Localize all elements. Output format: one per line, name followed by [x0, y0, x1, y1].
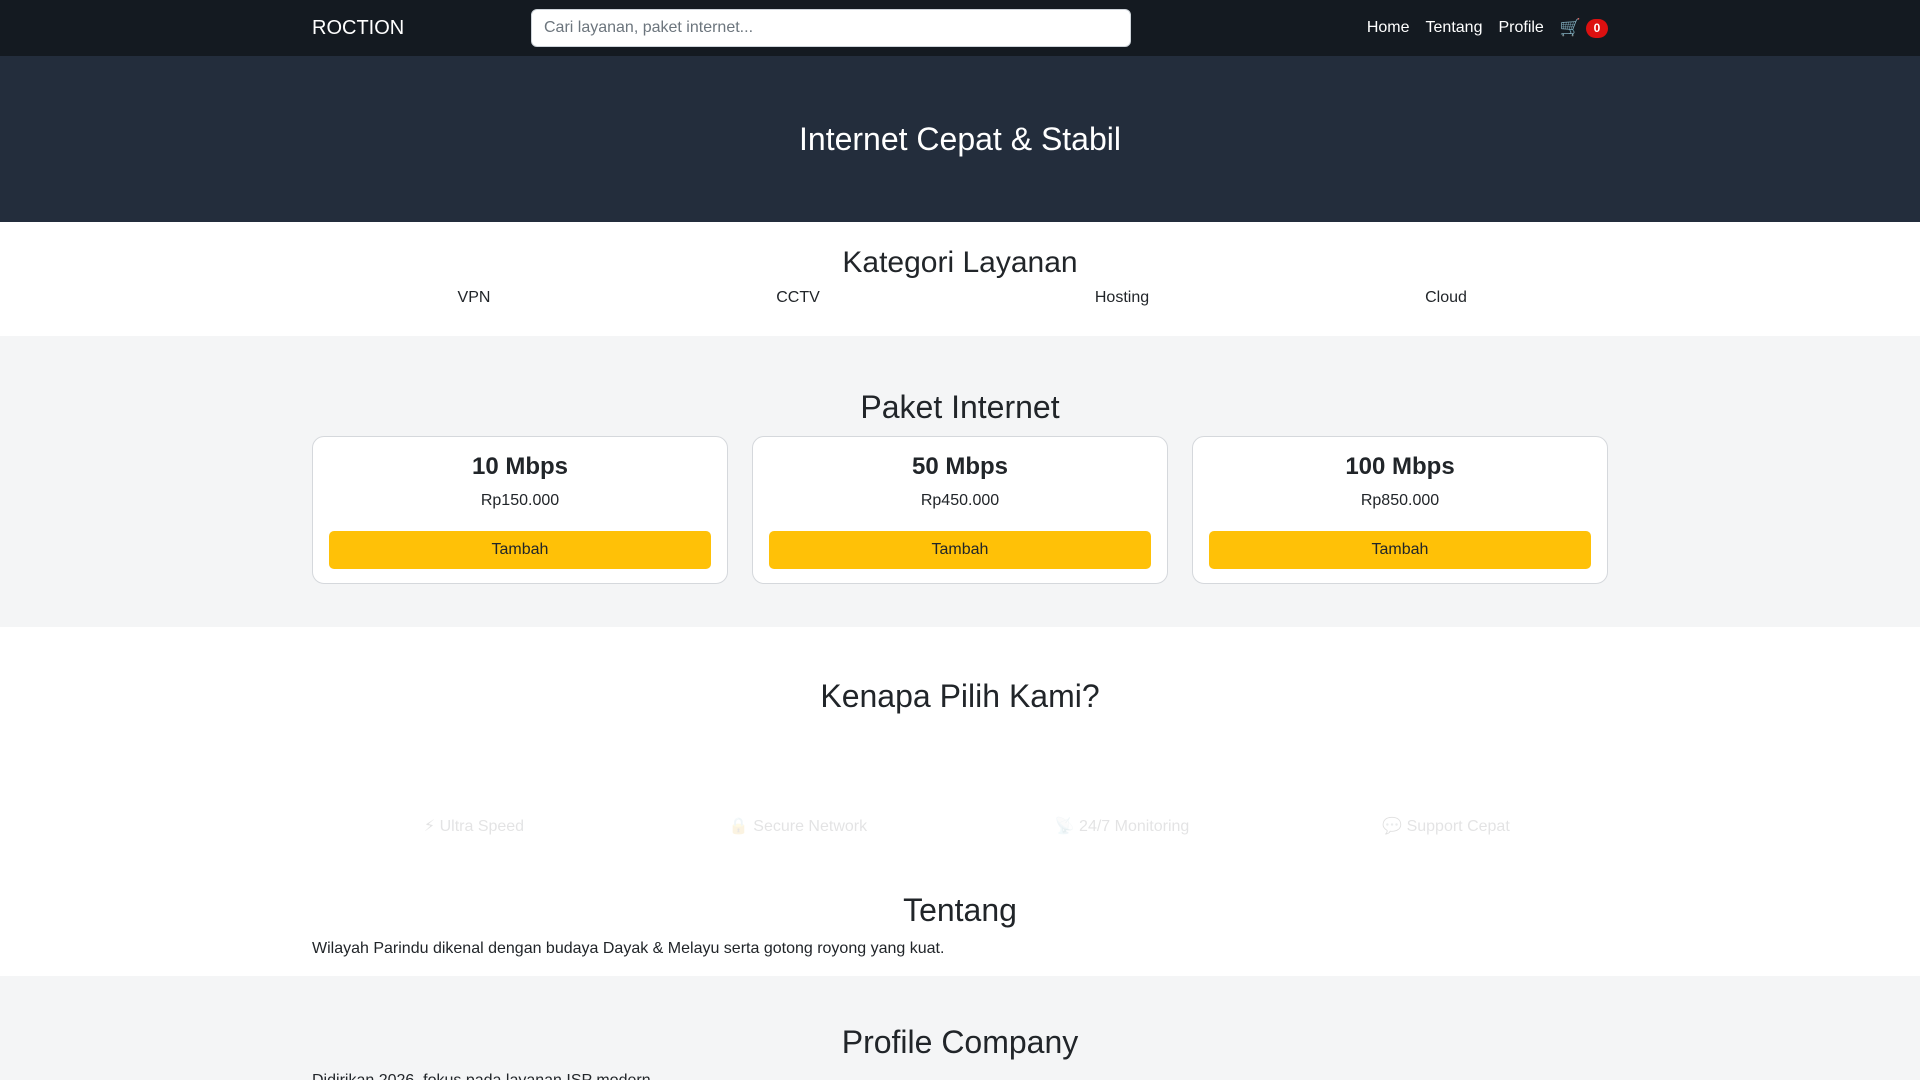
why-us-title: Kenapa Pilih Kami? — [820, 678, 1100, 714]
category-cloud[interactable]: Cloud — [1284, 288, 1608, 308]
cart-button[interactable]: 🛒 0 — [1560, 18, 1608, 38]
feature-support: 💬 Support Cepat — [1382, 818, 1510, 835]
package-name: 10 Mbps — [471, 453, 569, 480]
profile-text: Didirikan 2026, fokus pada layanan ISP m… — [312, 1071, 1608, 1080]
package-cards: 10 Mbps Rp150.000 Tambah 50 Mbps Rp450.0… — [312, 436, 1608, 584]
packages-title: Paket Internet — [860, 389, 1060, 425]
categories-title: Kategori Layanan — [842, 246, 1078, 279]
nav-links: Home Tentang Profile 🛒 0 — [1351, 0, 1608, 56]
package-name: 50 Mbps — [911, 453, 1009, 480]
package-price: Rp150.000 — [480, 492, 560, 509]
package-card: 50 Mbps Rp450.000 Tambah — [752, 436, 1168, 584]
package-card: 10 Mbps Rp150.000 Tambah — [312, 436, 728, 584]
add-package-button[interactable]: Tambah — [769, 531, 1151, 569]
hero-section: Internet Cepat & Stabil — [0, 56, 1920, 222]
nav-tentang-link[interactable]: Tentang — [1426, 19, 1483, 37]
brand-logo[interactable]: ROCTION — [312, 17, 404, 39]
nav-home-link[interactable]: Home — [1367, 19, 1410, 37]
why-us-section: Kenapa Pilih Kami? ⚡ Ultra Speed 🔒 Secur… — [0, 627, 1920, 976]
package-price: Rp850.000 — [1360, 492, 1440, 509]
nav-profile-link[interactable]: Profile — [1498, 19, 1543, 37]
category-hosting[interactable]: Hosting — [960, 288, 1284, 308]
category-list: VPN CCTV Hosting Cloud — [312, 288, 1608, 308]
feature-monitoring: 📡 24/7 Monitoring — [1054, 818, 1190, 835]
profile-title: Profile Company — [841, 1024, 1079, 1060]
package-price: Rp450.000 — [920, 492, 1000, 509]
cart-count-badge: 0 — [1586, 18, 1608, 38]
navbar: ROCTION Home Tentang Profile 🛒 0 — [0, 0, 1920, 56]
categories-section: Kategori Layanan VPN CCTV Hosting Cloud — [0, 222, 1920, 336]
about-title: Tentang — [903, 892, 1017, 928]
package-card: 100 Mbps Rp850.000 Tambah — [1192, 436, 1608, 584]
package-name: 100 Mbps — [1345, 453, 1455, 480]
cart-icon: 🛒 — [1559, 18, 1581, 37]
add-package-button[interactable]: Tambah — [1209, 531, 1591, 569]
hero-title: Internet Cepat & Stabil — [799, 120, 1121, 157]
feature-secure-network: 🔒 Secure Network — [728, 818, 868, 835]
about-text: Wilayah Parindu dikenal dengan budaya Da… — [312, 940, 945, 957]
about-section: Tentang Wilayah Parindu dikenal dengan b… — [312, 841, 1608, 959]
category-cctv[interactable]: CCTV — [636, 288, 960, 308]
category-vpn[interactable]: VPN — [312, 288, 636, 308]
feature-ultra-speed: ⚡ Ultra Speed — [423, 818, 525, 835]
packages-section: Paket Internet 10 Mbps Rp150.000 Tambah … — [0, 336, 1920, 627]
profile-section: Profile Company Didirikan 2026, fokus pa… — [0, 976, 1920, 1080]
feature-list: ⚡ Ultra Speed 🔒 Secure Network 📡 24/7 Mo… — [312, 817, 1608, 837]
search-input[interactable] — [531, 9, 1131, 47]
add-package-button[interactable]: Tambah — [329, 531, 711, 569]
